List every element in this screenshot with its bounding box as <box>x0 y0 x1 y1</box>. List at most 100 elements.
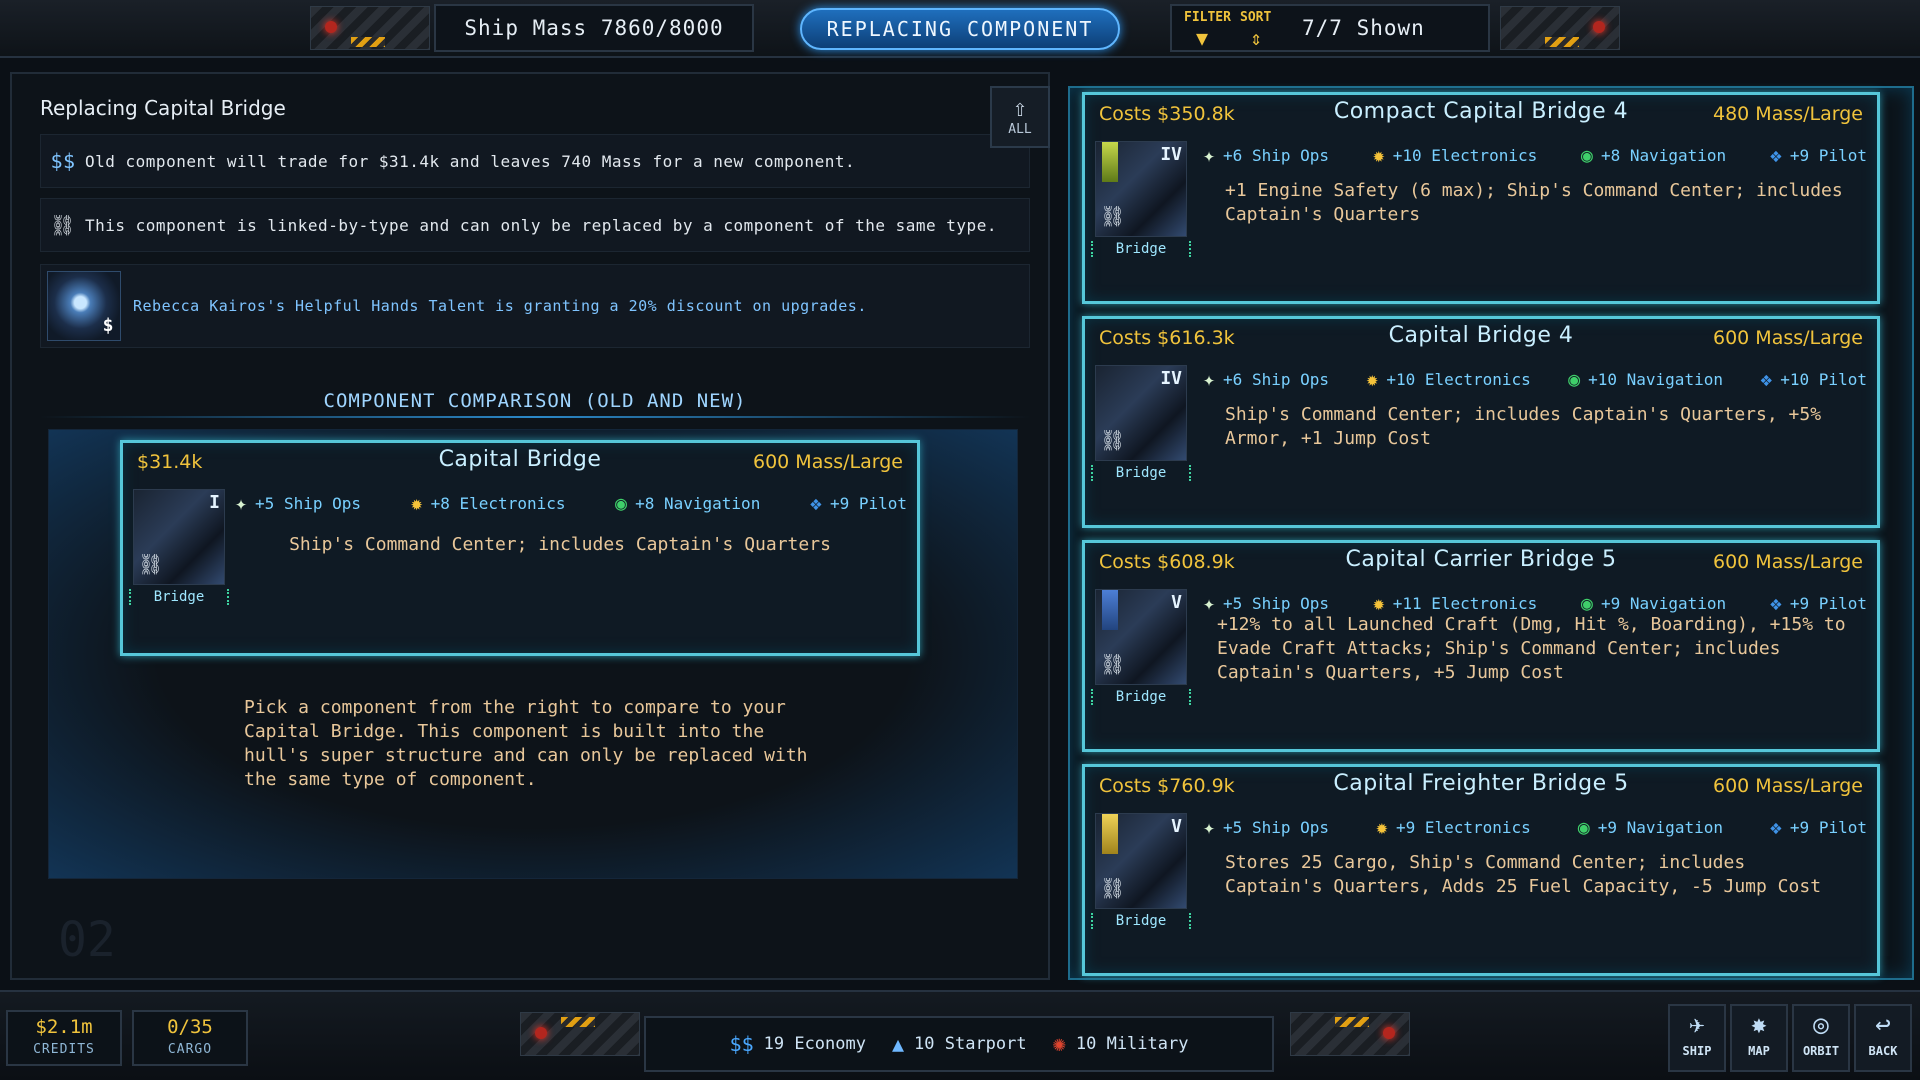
hazard-panel-right <box>1500 6 1620 50</box>
chain-link-icon: ⛓ <box>1100 652 1126 676</box>
stat-electronics: ✹ +10 Electronics <box>1372 143 1538 167</box>
upload-arrow-icon: ⇧ <box>1012 94 1028 122</box>
tier-label: IV <box>1160 144 1182 165</box>
chain-link-icon: ⛓ <box>138 552 164 576</box>
component-thumbnail: V ⛓ <box>1095 589 1187 685</box>
electronics-icon: ✹ <box>1372 143 1385 167</box>
planet-stats: $$ 19 Economy ▲ 10 Starport ✺ 10 Military <box>644 1016 1274 1072</box>
ship-icon: ✈ <box>1689 1010 1705 1040</box>
orbit-button[interactable]: ◎ ORBIT <box>1792 1004 1850 1072</box>
top-bar: Ship Mass 7860/8000 REPLACING COMPONENT … <box>0 0 1920 58</box>
ship-ops-icon: ✦ <box>1203 815 1216 839</box>
map-button[interactable]: ✸ MAP <box>1730 1004 1788 1072</box>
component-thumbnail: I ⛓ <box>133 489 225 585</box>
comparison-header: COMPONENT COMPARISON (OLD AND NEW) <box>323 390 747 412</box>
trade-text: Old component will trade for $31.4k and … <box>85 151 856 171</box>
stat-ship-ops: ✦ +5 Ship Ops <box>235 491 362 515</box>
back-icon: ↩ <box>1875 1010 1891 1040</box>
tier-label: V <box>1171 816 1182 837</box>
starport-icon: ▲ <box>891 1032 905 1056</box>
card-desc: +12% to all Launched Craft (Dmg, Hit %, … <box>1217 614 1846 683</box>
talent-info: $ Rebecca Kairos's Helpful Hands Talent … <box>40 264 1030 348</box>
category-label: Bridge <box>129 589 229 605</box>
filter-icon[interactable]: ▼ <box>1196 26 1208 50</box>
stat-pilot: ❖ +9 Pilot <box>1769 143 1867 167</box>
card-mass: 600 Mass/Large <box>1713 327 1863 349</box>
ship-ops-icon: ✦ <box>1203 143 1216 167</box>
card-desc: Stores 25 Cargo, Ship's Command Center; … <box>1225 852 1822 897</box>
stat-pilot: ❖ +9 Pilot <box>809 491 907 515</box>
card-mass: 480 Mass/Large <box>1713 103 1863 125</box>
linked-info: ⛓ This component is linked-by-type and c… <box>40 198 1030 252</box>
navigation-icon: ◉ <box>1580 591 1593 615</box>
stat-ship-ops: ✦ +6 Ship Ops <box>1203 143 1330 167</box>
current-component-card: $31.4k Capital Bridge 600 Mass/Large I ⛓… <box>120 440 920 656</box>
ship-ops-icon: ✦ <box>1203 367 1216 391</box>
component-thumbnail: IV ⛓ <box>1095 365 1187 461</box>
banner-icon <box>1102 590 1118 630</box>
ship-mass: Ship Mass 7860/8000 <box>434 4 754 52</box>
electronics-icon: ✹ <box>1372 591 1385 615</box>
sort-icon[interactable]: ⇕ <box>1250 26 1262 50</box>
category-label: Bridge <box>1091 465 1191 481</box>
pilot-icon: ❖ <box>1769 591 1782 615</box>
current-desc: Ship's Command Center; includes Captain'… <box>289 534 831 555</box>
cargo-box: 0/35 CARGO <box>132 1010 248 1066</box>
card-desc: +1 Engine Safety (6 max); Ship's Command… <box>1225 180 1843 225</box>
component-card[interactable]: Costs $616.3k Capital Bridge 4 600 Mass/… <box>1082 316 1880 528</box>
military-icon: ✺ <box>1052 1031 1066 1057</box>
stat-electronics: ✹ +10 Electronics <box>1366 367 1531 391</box>
current-mass: 600 Mass/Large <box>753 451 903 473</box>
component-card[interactable]: Costs $608.9k Capital Carrier Bridge 5 6… <box>1082 540 1880 752</box>
cargo-value: 0/35 <box>167 1016 213 1038</box>
ship-button[interactable]: ✈ SHIP <box>1668 1004 1726 1072</box>
component-card[interactable]: Costs $760.9k Capital Freighter Bridge 5… <box>1082 764 1880 976</box>
component-card[interactable]: Costs $350.8k Compact Capital Bridge 4 4… <box>1082 92 1880 304</box>
talent-badge: $ <box>102 315 114 336</box>
component-thumbnail: V ⛓ <box>1095 813 1187 909</box>
stat-pilot: ❖ +10 Pilot <box>1760 367 1867 391</box>
card-mass: 600 Mass/Large <box>1713 775 1863 797</box>
stat-electronics: ✹ +11 Electronics <box>1372 591 1538 615</box>
economy-icon: $$ <box>729 1032 754 1056</box>
stats-row: ✦ +6 Ship Ops ✹ +10 Electronics ◉ +8 Naviga… <box>1203 143 1867 167</box>
economy-stat: $$ 19 Economy <box>729 1032 866 1056</box>
stat-ship-ops: ✦ +5 Ship Ops <box>1203 591 1330 615</box>
ship-ops-icon: ✦ <box>235 491 248 515</box>
linked-text: This component is linked-by-type and can… <box>85 215 997 235</box>
stats-row: ✦ +5 Ship Ops ✹ +11 Electronics ◉ +9 Naviga… <box>1203 591 1867 615</box>
electronics-icon: ✹ <box>410 491 423 515</box>
orbit-icon: ◎ <box>1813 1010 1829 1040</box>
stats-row: ✦ +5 Ship Ops ✹ +8 Electronics ◉ +8 Navigat… <box>235 491 907 515</box>
card-mass: 600 Mass/Large <box>1713 551 1863 573</box>
chain-link-icon: ⛓ <box>1100 876 1126 900</box>
talent-icon: $ <box>47 271 121 341</box>
trade-info: $$ Old component will trade for $31.4k a… <box>40 134 1030 188</box>
category-label: Bridge <box>1091 241 1191 257</box>
banner-icon <box>1102 142 1118 182</box>
replacing-title: Replacing Capital Bridge <box>40 96 286 120</box>
chain-link-icon: ⛓ <box>50 213 76 237</box>
chain-link-icon: ⛓ <box>1100 204 1126 228</box>
money-icon: $$ <box>50 149 76 173</box>
sort-label[interactable]: SORT <box>1240 10 1271 25</box>
back-button[interactable]: ↩ BACK <box>1854 1004 1912 1072</box>
ship-ops-icon: ✦ <box>1203 591 1216 615</box>
all-button[interactable]: ⇧ ALL <box>990 86 1050 148</box>
all-label: ALL <box>1008 122 1032 137</box>
tier-label: IV <box>1160 368 1182 389</box>
component-thumbnail: IV ⛓ <box>1095 141 1187 237</box>
military-stat: ✺ 10 Military <box>1052 1031 1189 1057</box>
card-desc: Ship's Command Center; includes Captain'… <box>1225 404 1822 449</box>
left-panel: Replacing Capital Bridge $$ Old componen… <box>10 72 1050 980</box>
stat-pilot: ❖ +9 Pilot <box>1769 815 1867 839</box>
hazard-panel-left <box>310 6 430 50</box>
credits-value: $2.1m <box>35 1016 93 1038</box>
filter-label[interactable]: FILTER <box>1184 10 1231 25</box>
stat-ship-ops: ✦ +5 Ship Ops <box>1203 815 1330 839</box>
filter-sort-box: FILTER ▼ SORT ⇕ 7/7 Shown <box>1170 4 1490 52</box>
banner-icon <box>1102 814 1118 854</box>
electronics-icon: ✹ <box>1375 815 1388 839</box>
tier-label: I <box>209 492 220 513</box>
navigation-icon: ◉ <box>1580 143 1593 167</box>
